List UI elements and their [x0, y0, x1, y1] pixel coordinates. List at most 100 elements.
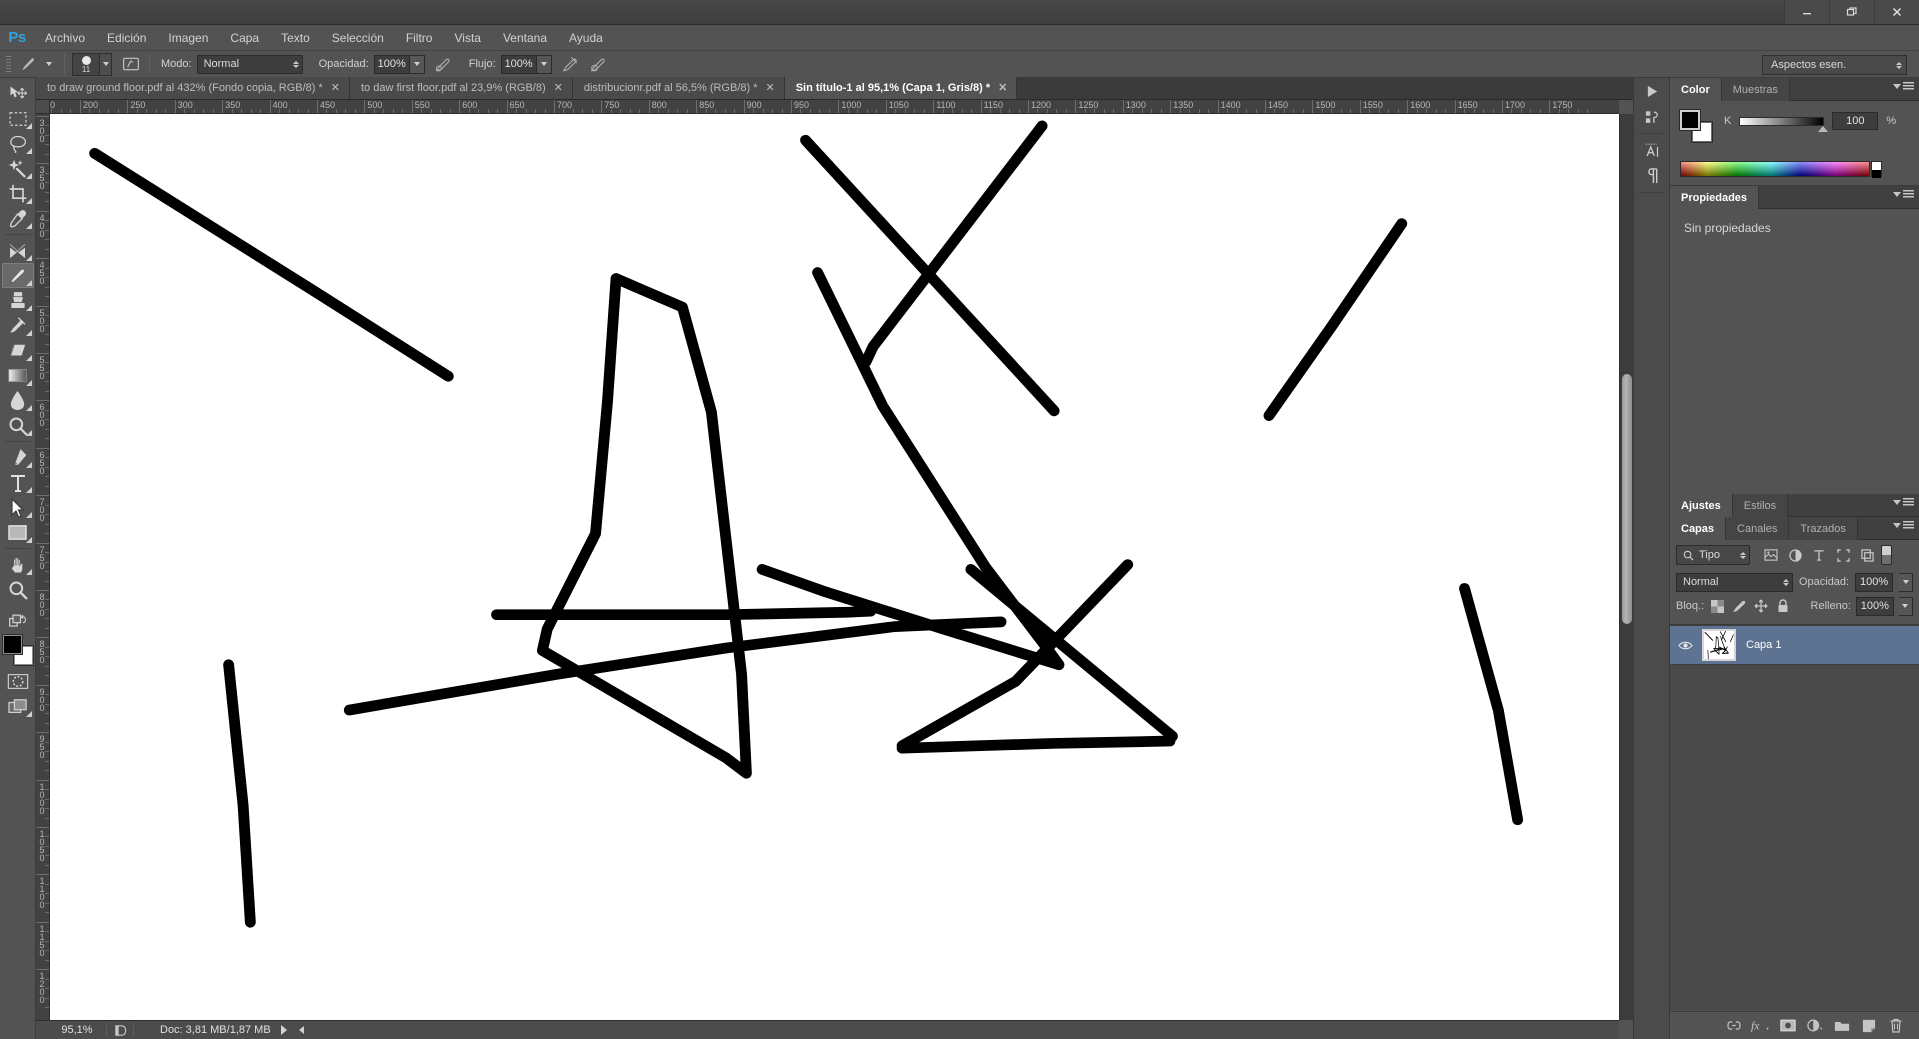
- lock-transparent-pixels-icon[interactable]: [1709, 597, 1726, 615]
- tab-muestras[interactable]: Muestras: [1722, 78, 1790, 101]
- edit-toolbar-button[interactable]: [2, 608, 34, 633]
- lasso-tool[interactable]: [2, 131, 34, 156]
- blur-tool[interactable]: [2, 388, 34, 413]
- minimize-button[interactable]: [1784, 0, 1829, 24]
- scroll-left-arrow-icon[interactable]: [299, 1026, 304, 1034]
- vertical-scrollbar-thumb[interactable]: [1622, 374, 1632, 624]
- brush-size-picker[interactable]: 11: [72, 53, 112, 76]
- filter-pixel-layers-icon[interactable]: [1759, 544, 1783, 566]
- tablet-pressure-size-icon[interactable]: [588, 53, 610, 75]
- layer-row-capa-1[interactable]: Capa 1: [1670, 625, 1919, 665]
- eyedropper-tool[interactable]: [2, 206, 34, 231]
- tab-trazados[interactable]: Trazados: [1789, 517, 1857, 540]
- color-spectrum-ramp[interactable]: [1680, 161, 1870, 177]
- collapse-panels-arrow-icon[interactable]: [1634, 78, 1671, 104]
- crop-tool[interactable]: [2, 181, 34, 206]
- new-adjustment-layer-icon[interactable]: [1806, 1017, 1824, 1035]
- opacity-chevron-down-icon[interactable]: [410, 55, 425, 74]
- airbrush-icon[interactable]: [560, 53, 582, 75]
- white-swatch[interactable]: [1872, 162, 1881, 170]
- brush-chevron-down-icon[interactable]: [100, 53, 112, 76]
- path-selection-tool[interactable]: [2, 495, 34, 520]
- layer-blend-mode-select[interactable]: Normal: [1676, 573, 1793, 592]
- current-tool-icon[interactable]: [15, 54, 41, 74]
- document-tab-first-floor[interactable]: to daw first floor.pdf al 23,9% (RGB/8) …: [350, 77, 573, 99]
- menu-vista[interactable]: Vista: [443, 25, 491, 51]
- move-tool[interactable]: [2, 81, 34, 106]
- clone-stamp-tool[interactable]: [2, 288, 34, 313]
- lock-image-pixels-icon[interactable]: [1731, 597, 1748, 615]
- eraser-tool[interactable]: [2, 338, 34, 363]
- menu-edicion[interactable]: Edición: [96, 25, 157, 51]
- add-layer-mask-icon[interactable]: [1779, 1017, 1797, 1035]
- menu-filtro[interactable]: Filtro: [395, 25, 444, 51]
- options-bar-grip[interactable]: [3, 54, 15, 74]
- lock-all-icon[interactable]: [1775, 597, 1792, 615]
- pressure-opacity-toggle-icon[interactable]: [433, 53, 455, 75]
- filter-shape-layers-icon[interactable]: [1831, 544, 1855, 566]
- lock-position-icon[interactable]: [1753, 597, 1770, 615]
- close-icon[interactable]: ✕: [554, 83, 563, 94]
- menu-capa[interactable]: Capa: [219, 25, 270, 51]
- foreground-color-swatch[interactable]: [3, 635, 22, 654]
- color-panel-swatches[interactable]: [1680, 110, 1712, 142]
- k-channel-value[interactable]: 100: [1832, 112, 1878, 130]
- tab-capas[interactable]: Capas: [1670, 517, 1726, 540]
- flow-chevron-down-icon[interactable]: [537, 55, 552, 74]
- layer-styles-fx-icon[interactable]: fx: [1752, 1017, 1770, 1035]
- menu-imagen[interactable]: Imagen: [157, 25, 219, 51]
- workspace-select[interactable]: Aspectos esen.: [1762, 55, 1907, 75]
- close-icon[interactable]: ✕: [331, 83, 340, 94]
- filter-smart-objects-icon[interactable]: [1855, 544, 1879, 566]
- dodge-tool[interactable]: [2, 413, 34, 438]
- properties-panel-menu-button[interactable]: [1893, 190, 1914, 199]
- brush-preview[interactable]: 11: [72, 53, 100, 76]
- k-channel-slider[interactable]: [1739, 117, 1824, 126]
- history-brush-tool[interactable]: [2, 313, 34, 338]
- tab-color[interactable]: Color: [1670, 78, 1722, 101]
- paragraph-icon[interactable]: [1634, 163, 1671, 189]
- layers-panel-menu-button[interactable]: [1893, 521, 1914, 530]
- quick-selection-tool[interactable]: [2, 156, 34, 181]
- layer-fill-chevron-down-icon[interactable]: [1899, 597, 1913, 616]
- layer-name[interactable]: Capa 1: [1746, 639, 1781, 651]
- menu-ayuda[interactable]: Ayuda: [558, 25, 614, 51]
- menu-seleccion[interactable]: Selección: [321, 25, 395, 51]
- horizontal-type-tool[interactable]: [2, 470, 34, 495]
- k-slider-thumb-icon[interactable]: [1818, 126, 1828, 132]
- brush-panel-toggle-icon[interactable]: [120, 53, 142, 75]
- restore-button[interactable]: [1829, 0, 1874, 24]
- menu-ventana[interactable]: Ventana: [492, 25, 558, 51]
- hand-tool[interactable]: [2, 552, 34, 577]
- tool-preset-chevron-down-icon[interactable]: [46, 62, 52, 66]
- opacity-value[interactable]: 100%: [374, 55, 410, 74]
- menu-archivo[interactable]: Archivo: [34, 25, 96, 51]
- black-white-swatches[interactable]: [1871, 161, 1882, 177]
- ruler-corner[interactable]: [36, 100, 50, 114]
- zoom-tool[interactable]: [2, 577, 34, 602]
- foreground-color-swatch[interactable]: [1680, 110, 1700, 130]
- document-tab-ground-floor[interactable]: to draw ground floor.pdf al 432% (Fondo …: [36, 77, 350, 99]
- layer-filter-toggle[interactable]: [1881, 545, 1892, 565]
- menu-texto[interactable]: Texto: [270, 25, 321, 51]
- flow-value[interactable]: 100%: [501, 55, 537, 74]
- document-tab-sin-titulo-1[interactable]: Sin título-1 al 95,1% (Capa 1, Gris/8) *…: [785, 77, 1018, 99]
- preview-proof-icon[interactable]: [107, 1024, 133, 1037]
- delete-layer-trash-icon[interactable]: [1887, 1017, 1905, 1035]
- history-icon[interactable]: [1634, 104, 1671, 130]
- filter-type-layers-icon[interactable]: [1807, 544, 1831, 566]
- canvas[interactable]: [50, 114, 1619, 1020]
- filter-adjustment-layers-icon[interactable]: [1783, 544, 1807, 566]
- horizontal-ruler[interactable]: 5020025030035040045050055060065070075080…: [36, 100, 1619, 114]
- layer-fill-value[interactable]: 100%: [1856, 597, 1894, 616]
- layer-opacity-chevron-down-icon[interactable]: [1899, 573, 1913, 592]
- layer-filter-type-select[interactable]: Tipo: [1676, 545, 1750, 565]
- close-icon[interactable]: ✕: [998, 83, 1007, 94]
- document-tab-distribucionr[interactable]: distribucionr.pdf al 56,5% (RGB/8) * ✕: [573, 77, 785, 99]
- rectangular-marquee-tool[interactable]: [2, 106, 34, 131]
- canvas-vertical-scrollbar[interactable]: [1619, 114, 1633, 1020]
- close-icon[interactable]: ✕: [766, 83, 775, 94]
- pen-tool[interactable]: [2, 445, 34, 470]
- zoom-level-field[interactable]: 95,1%: [36, 1024, 106, 1036]
- tab-estilos[interactable]: Estilos: [1733, 494, 1788, 517]
